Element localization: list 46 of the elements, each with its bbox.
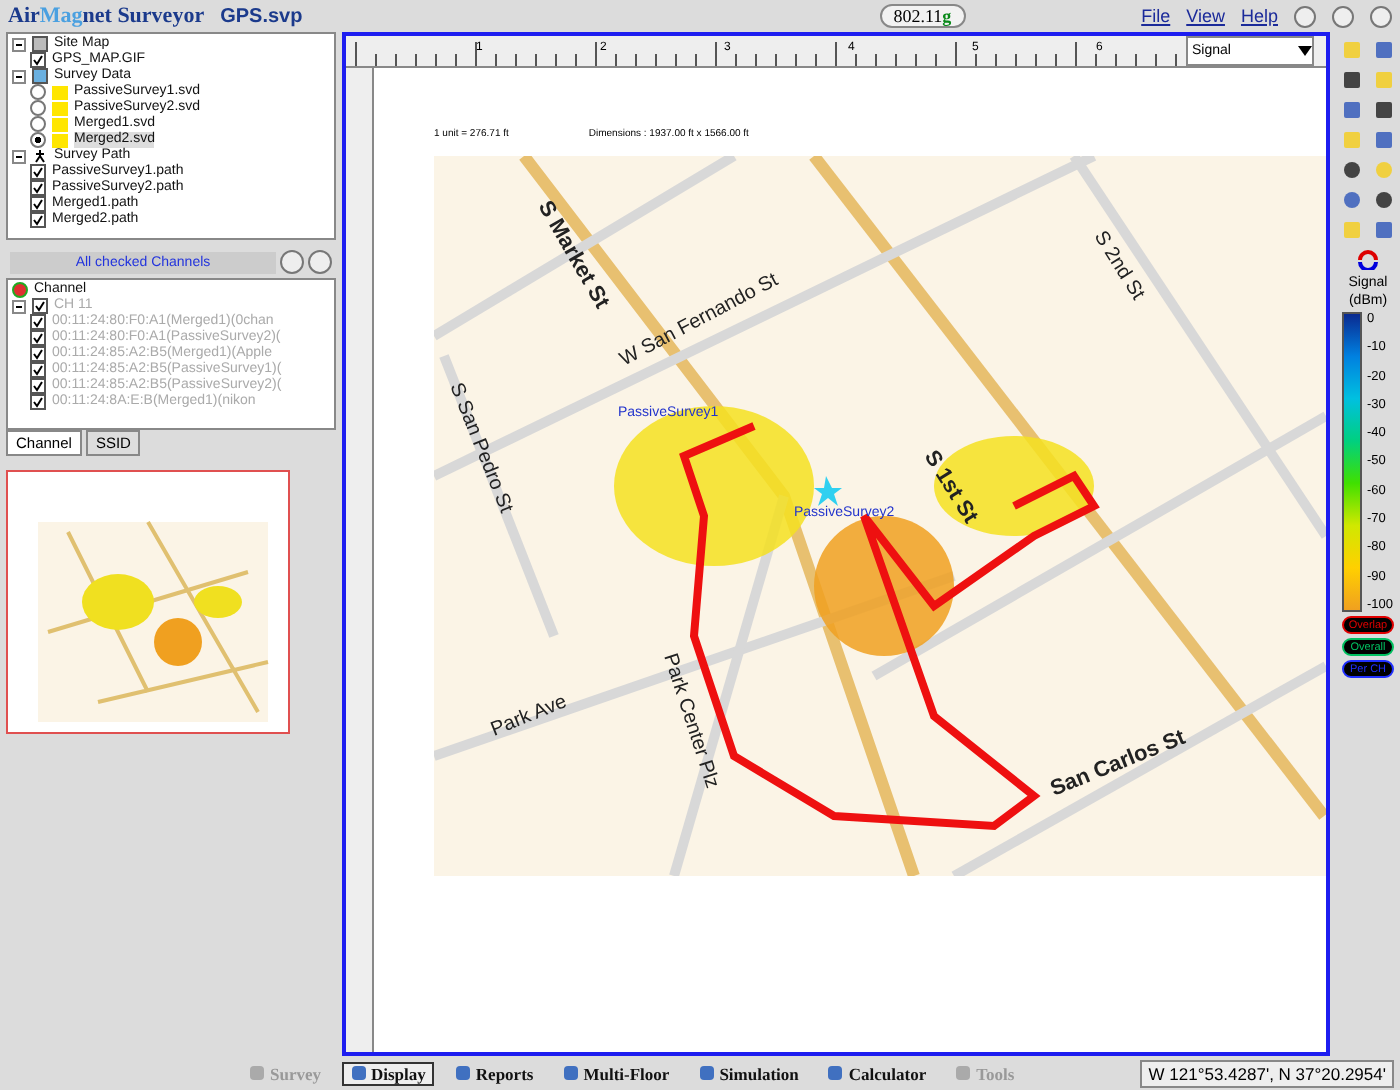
check-all-button[interactable] bbox=[280, 250, 304, 274]
collapse-icon[interactable] bbox=[12, 149, 26, 163]
checkbox[interactable] bbox=[30, 180, 46, 196]
collapse-icon[interactable] bbox=[12, 299, 26, 313]
checkbox[interactable] bbox=[32, 298, 48, 314]
street-label: San Carlos St bbox=[1047, 725, 1189, 802]
checkbox[interactable] bbox=[30, 330, 46, 346]
checkbox[interactable] bbox=[30, 212, 46, 228]
mode-tab[interactable]: Simulation bbox=[689, 1061, 807, 1085]
radio-button[interactable] bbox=[30, 116, 46, 132]
app-logo: AirMagnet Surveyor bbox=[8, 4, 205, 28]
maximize-button[interactable] bbox=[1332, 5, 1354, 27]
dropdown-caret-icon bbox=[1298, 46, 1312, 56]
street-label: S 2nd St bbox=[1088, 227, 1149, 305]
checkbox[interactable] bbox=[30, 314, 46, 330]
mode-tab[interactable]: Calculator bbox=[818, 1061, 935, 1085]
menu-item[interactable]: File bbox=[1141, 6, 1171, 26]
street-label: Park Center Plz bbox=[658, 651, 723, 792]
street-label: S 1st St bbox=[918, 446, 983, 528]
mode-tab[interactable]: Reports bbox=[445, 1061, 542, 1085]
checkbox[interactable] bbox=[30, 164, 46, 180]
menu-item[interactable]: View bbox=[1186, 6, 1225, 26]
channel-icon bbox=[12, 282, 28, 298]
dropdown-button[interactable] bbox=[308, 250, 332, 274]
coordinates-status: W 121°53.4287', N 37°20.2954' bbox=[1140, 1059, 1394, 1087]
band-badge: 802.11g bbox=[879, 4, 966, 28]
street-label: Park Ave bbox=[488, 691, 571, 742]
checkbox[interactable] bbox=[30, 52, 46, 68]
checkbox[interactable] bbox=[30, 378, 46, 394]
radio-button[interactable] bbox=[30, 100, 46, 116]
street-label: S San Pedro St bbox=[444, 380, 517, 517]
mode-tab[interactable]: Display bbox=[341, 1061, 434, 1085]
mode-tab[interactable]: Multi-Floor bbox=[553, 1061, 678, 1085]
menu-item[interactable]: Help bbox=[1240, 6, 1278, 26]
checkbox[interactable] bbox=[30, 394, 46, 410]
collapse-icon[interactable] bbox=[12, 69, 26, 83]
collapse-icon[interactable] bbox=[12, 37, 26, 51]
file-name: GPS.svp bbox=[220, 5, 303, 27]
checkbox[interactable] bbox=[30, 196, 46, 212]
radio-button[interactable] bbox=[30, 132, 46, 148]
minimize-button[interactable] bbox=[1294, 5, 1316, 27]
checkbox[interactable] bbox=[30, 362, 46, 378]
checkbox[interactable] bbox=[30, 346, 46, 362]
radio-button[interactable] bbox=[30, 84, 46, 100]
close-button[interactable] bbox=[1370, 5, 1392, 27]
map-thumbnail-drawing[interactable] bbox=[6, 470, 290, 734]
